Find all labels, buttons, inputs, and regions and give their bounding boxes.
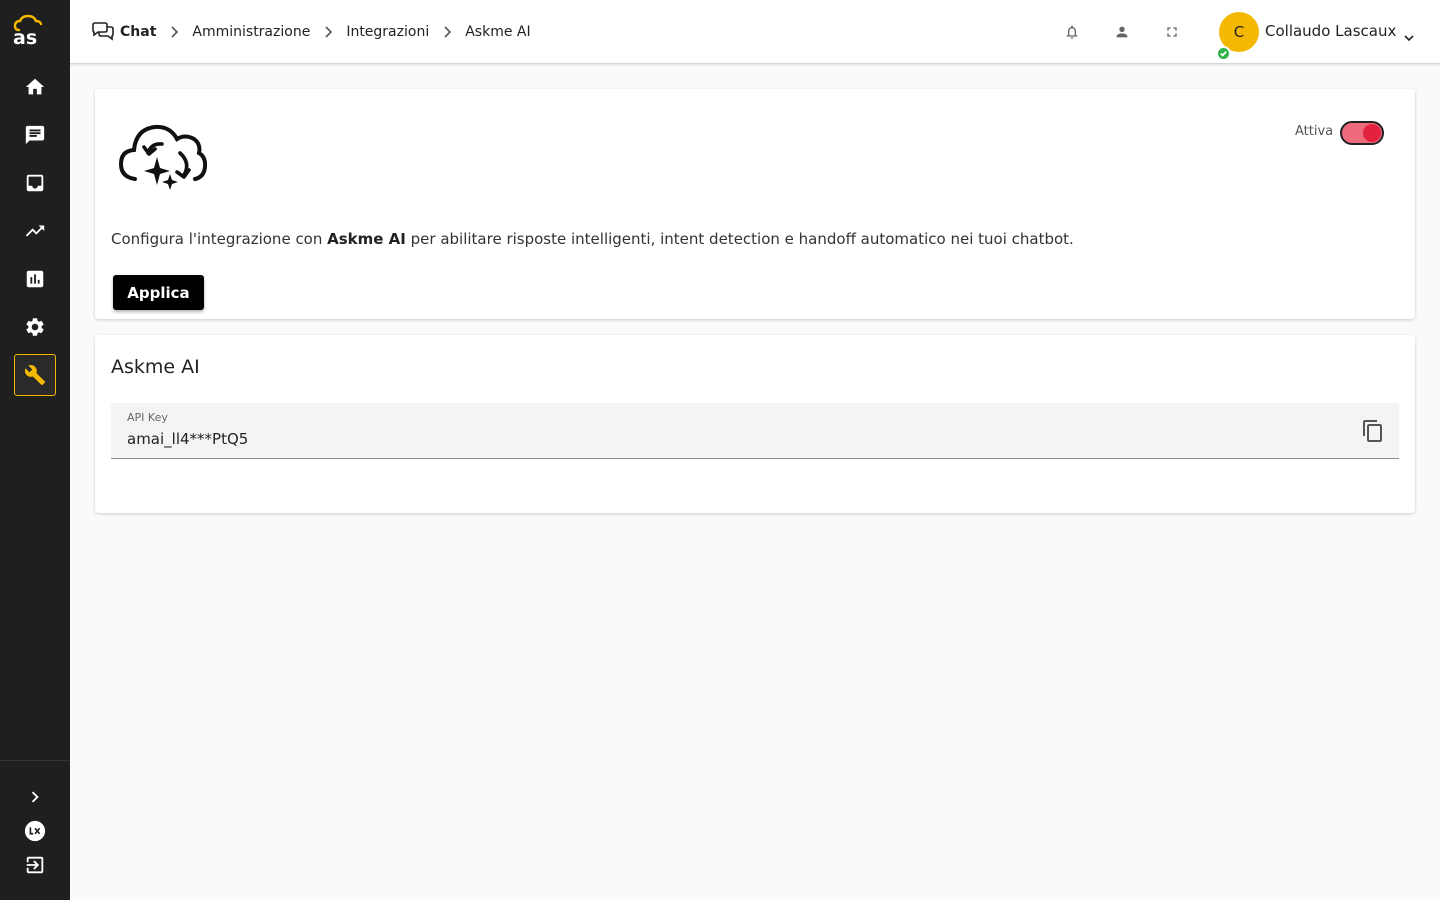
home-icon: [25, 78, 45, 95]
breadcrumb-integrazioni[interactable]: Integrazioni: [346, 24, 429, 40]
fullscreen-icon: [1167, 27, 1177, 37]
api-key-value[interactable]: amai_ll4***PtQ5: [127, 430, 248, 448]
lx-button[interactable]: [20, 816, 50, 846]
person-icon: [1116, 26, 1128, 38]
bar-chart-icon: [26, 270, 44, 288]
api-key-field[interactable]: API Key amai_ll4***PtQ5: [111, 403, 1399, 459]
profile-button[interactable]: [1112, 22, 1132, 42]
app-logo[interactable]: as: [11, 14, 55, 49]
breadcrumb-chat[interactable]: Chat: [120, 24, 156, 40]
gear-icon: [26, 318, 44, 336]
nav-trends[interactable]: [14, 210, 56, 252]
breadcrumb-amministrazione[interactable]: Amministrazione: [192, 24, 310, 40]
breadcrumb: Chat Amministrazione Integrazioni Askme …: [90, 0, 531, 64]
chevron-right-icon: [442, 26, 452, 38]
chat-bubbles-icon: [90, 21, 116, 43]
nav-home[interactable]: [14, 66, 56, 108]
inbox-icon: [26, 174, 44, 192]
chevron-right-icon: [323, 26, 333, 38]
sidebar: as: [0, 0, 70, 900]
toggle-knob: [1363, 124, 1381, 142]
active-toggle[interactable]: [1340, 121, 1384, 145]
wrench-icon: [24, 365, 46, 386]
description-suffix: per abilitare risposte intelligenti, int…: [405, 230, 1074, 248]
settings-card: Askme AI API Key amai_ll4***PtQ5: [95, 335, 1415, 513]
chat-icon: [25, 125, 45, 145]
copy-button[interactable]: [1361, 419, 1385, 443]
notifications-button[interactable]: [1062, 22, 1082, 42]
cloud-sparkle-icon: [117, 117, 208, 193]
integration-description: Configura l'integrazione con Askme AI pe…: [111, 230, 1074, 248]
chevron-down-icon[interactable]: [1404, 27, 1414, 46]
copy-icon: [1363, 420, 1382, 442]
top-bar: Chat Amministrazione Integrazioni Askme …: [70, 0, 1440, 64]
description-prefix: Configura l'integrazione con: [111, 230, 328, 248]
nav-chat[interactable]: [14, 114, 56, 156]
trending-up-icon: [25, 225, 45, 237]
sidebar-expand-button[interactable]: [20, 782, 50, 812]
logout-button[interactable]: [20, 850, 50, 880]
bell-icon: [1066, 25, 1078, 39]
user-name[interactable]: Collaudo Lascaux: [1265, 22, 1396, 40]
check-icon: [1220, 51, 1227, 57]
chevron-right-icon: [169, 26, 179, 38]
nav-inbox[interactable]: [14, 162, 56, 204]
integration-card: Attiva Configura l'integrazione con Askm…: [95, 89, 1415, 319]
nav-integrations[interactable]: [14, 354, 56, 396]
sidebar-divider: [0, 760, 70, 761]
logout-icon: [26, 856, 44, 874]
nav-settings[interactable]: [14, 306, 56, 348]
lx-logo-icon: [24, 820, 46, 842]
chevron-right-icon: [31, 791, 39, 803]
section-title: Askme AI: [111, 356, 200, 378]
api-key-label: API Key: [127, 411, 168, 424]
breadcrumb-current: Askme AI: [465, 24, 531, 40]
logo-text: as: [13, 27, 37, 46]
toggle-label: Attiva: [1295, 124, 1334, 139]
apply-button[interactable]: Applica: [113, 275, 204, 310]
fullscreen-button[interactable]: [1162, 22, 1182, 42]
online-status-badge: [1216, 46, 1231, 61]
nav-reports[interactable]: [14, 258, 56, 300]
description-integration-name: Askme AI: [327, 230, 406, 248]
